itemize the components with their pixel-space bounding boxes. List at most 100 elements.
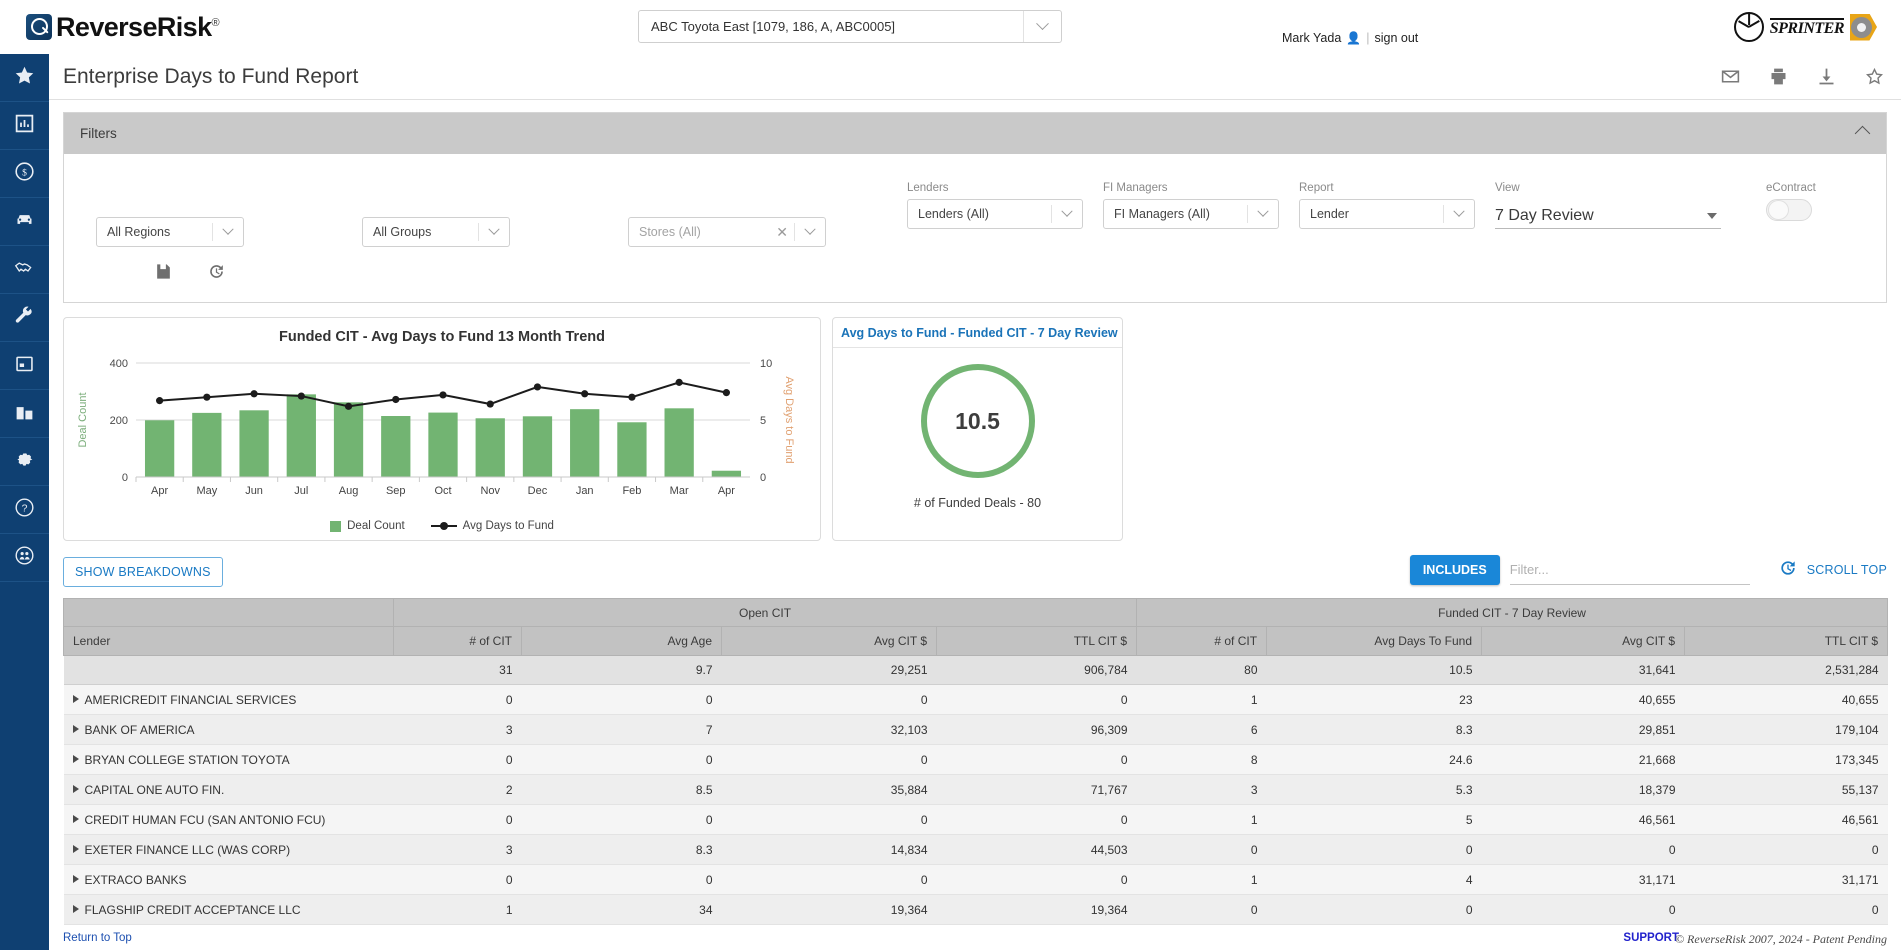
row-cell: 44,503 bbox=[936, 834, 1137, 865]
row-lender-name[interactable]: FLAGSHIP CREDIT ACCEPTANCE LLC bbox=[63, 894, 394, 925]
expand-arrow-icon[interactable] bbox=[72, 694, 79, 703]
fi-managers-label: FI Managers bbox=[1103, 182, 1168, 194]
stores-select[interactable]: Stores (All) ✕ bbox=[628, 217, 826, 247]
row-lender-name[interactable]: EXETER FINANCE LLC (WAS CORP) bbox=[63, 834, 394, 865]
row-lender-name[interactable]: EXTRACO BANKS bbox=[63, 864, 394, 895]
table-row[interactable]: CREDIT HUMAN FCU (SAN ANTONIO FCU) 0 0 0 0 1 5… bbox=[63, 804, 1888, 835]
econtract-toggle[interactable] bbox=[1766, 199, 1812, 221]
download-icon[interactable] bbox=[1816, 66, 1837, 92]
row-cell: 6 bbox=[1136, 714, 1267, 745]
sidebar-item-calendar[interactable] bbox=[0, 342, 49, 390]
table-row[interactable]: EXETER FINANCE LLC (WAS CORP) 3 8.3 14,834 4… bbox=[63, 834, 1888, 865]
scroll-top-button[interactable]: SCROLL TOP bbox=[1807, 563, 1887, 577]
row-lender-name[interactable]: CAPITAL ONE AUTO FIN. bbox=[63, 774, 394, 805]
view-select[interactable]: 7 Day Review bbox=[1495, 199, 1721, 229]
group-header-funded-cit: Funded CIT - 7 Day Review bbox=[1136, 598, 1889, 627]
table-row[interactable]: EXTRACO BANKS 0 0 0 0 1 4 31,171 31,171 bbox=[63, 864, 1888, 895]
sidebar-item-deals[interactable] bbox=[0, 246, 49, 294]
brand-name: ReverseRisk® bbox=[56, 11, 220, 42]
svg-text:Mar: Mar bbox=[670, 485, 689, 497]
column-header-funded-num-cit[interactable]: # of CIT bbox=[1136, 626, 1268, 656]
show-breakdowns-button[interactable]: SHOW BREAKDOWNS bbox=[63, 557, 223, 587]
sign-out-link[interactable]: sign out bbox=[1375, 31, 1419, 45]
row-cell: 173,345 bbox=[1684, 744, 1888, 775]
dollar-circle-icon: $ bbox=[14, 161, 35, 187]
row-cell: 0 bbox=[521, 684, 722, 715]
store-selector-caret[interactable] bbox=[1023, 11, 1061, 42]
all-regions-select[interactable]: All Regions bbox=[96, 217, 244, 247]
return-to-top-link[interactable]: Return to Top bbox=[63, 932, 132, 944]
report-select[interactable]: Lender bbox=[1299, 199, 1475, 229]
calendar-icon bbox=[14, 353, 35, 379]
sidebar-item-vehicles[interactable] bbox=[0, 198, 49, 246]
chevron-down-icon[interactable] bbox=[1248, 205, 1278, 218]
column-header-funded-avg-cit[interactable]: Avg CIT $ bbox=[1481, 626, 1686, 656]
table-row[interactable]: BANK OF AMERICA 3 7 32,103 96,309 6 8.3 29,851 1… bbox=[63, 714, 1888, 745]
chevron-up-icon[interactable] bbox=[1854, 125, 1871, 142]
row-cell: 31,171 bbox=[1481, 864, 1685, 895]
sidebar-item-settings[interactable] bbox=[0, 438, 49, 486]
sidebar-item-tools[interactable] bbox=[0, 294, 49, 342]
history-icon[interactable] bbox=[1778, 558, 1798, 583]
legend-swatch bbox=[330, 520, 342, 532]
filters-header[interactable]: Filters bbox=[64, 113, 1886, 154]
row-lender-name[interactable]: BRYAN COLLEGE STATION TOYOTA bbox=[63, 744, 394, 775]
expand-arrow-icon[interactable] bbox=[72, 844, 79, 853]
sidebar-item-dealership[interactable] bbox=[0, 390, 49, 438]
chevron-down-icon[interactable] bbox=[795, 223, 825, 236]
chevron-down-icon[interactable] bbox=[213, 223, 243, 236]
sidebar-item-users[interactable] bbox=[0, 534, 49, 582]
column-header-open-avg-age[interactable]: Avg Age bbox=[521, 626, 722, 656]
app-logo[interactable]: ReverseRisk® bbox=[26, 11, 220, 43]
support-link[interactable]: SUPPORT bbox=[1623, 932, 1679, 944]
sidebar-item-favorites[interactable] bbox=[0, 54, 49, 102]
table-filter-input[interactable] bbox=[1509, 555, 1750, 585]
all-groups-select[interactable]: All Groups bbox=[362, 217, 510, 247]
clear-icon[interactable]: ✕ bbox=[770, 224, 794, 241]
table-row[interactable]: AMERICREDIT FINANCIAL SERVICES 0 0 0 0 1 23 40,… bbox=[63, 684, 1888, 715]
table-row[interactable]: FLAGSHIP CREDIT ACCEPTANCE LLC 1 34 19,364 1… bbox=[63, 894, 1888, 925]
sidebar-item-finance[interactable]: $ bbox=[0, 150, 49, 198]
fi-managers-select[interactable]: FI Managers (All) bbox=[1103, 199, 1279, 229]
copyright-text: © ReverseRisk 2007, 2024 - Patent Pendin… bbox=[1674, 932, 1887, 946]
row-cell: 0 bbox=[1481, 834, 1685, 865]
expand-arrow-icon[interactable] bbox=[72, 814, 79, 823]
reverserisk-logo-icon bbox=[26, 14, 52, 40]
expand-arrow-icon[interactable] bbox=[72, 904, 79, 913]
chevron-down-icon[interactable] bbox=[1052, 205, 1082, 218]
page-action-icons bbox=[1720, 66, 1885, 92]
expand-arrow-icon[interactable] bbox=[72, 724, 79, 733]
filter-label bbox=[96, 200, 244, 214]
row-cell: 0 bbox=[721, 804, 937, 835]
chevron-down-icon[interactable] bbox=[1444, 205, 1474, 218]
column-header-funded-ttl-cit[interactable]: TTL CIT $ bbox=[1684, 626, 1889, 656]
table-row[interactable]: CAPITAL ONE AUTO FIN. 2 8.5 35,884 71,767 3 5.… bbox=[63, 774, 1888, 805]
expand-arrow-icon[interactable] bbox=[72, 874, 79, 883]
footer: Return to Top SUPPORT © ReverseRisk 2007… bbox=[49, 930, 1901, 950]
column-header-open-avg-cit[interactable]: Avg CIT $ bbox=[721, 626, 937, 656]
column-header-open-ttl-cit[interactable]: TTL CIT $ bbox=[935, 626, 1138, 656]
sidebar-item-reports[interactable] bbox=[0, 102, 49, 150]
column-header-funded-avg-days[interactable]: Avg Days To Fund bbox=[1266, 626, 1483, 656]
includes-button[interactable]: INCLUDES bbox=[1409, 555, 1500, 585]
column-header-lender[interactable]: Lender bbox=[63, 626, 394, 656]
row-cell: 0 bbox=[1266, 834, 1482, 865]
mail-icon[interactable] bbox=[1720, 66, 1741, 92]
star-icon bbox=[14, 65, 35, 91]
history-icon[interactable] bbox=[207, 262, 226, 286]
store-selector[interactable]: ABC Toyota East [1079, 186, A, ABC0005] bbox=[638, 10, 1062, 43]
table-row[interactable]: BRYAN COLLEGE STATION TOYOTA 0 0 0 0 8 24.6 21,… bbox=[63, 744, 1888, 775]
expand-arrow-icon[interactable] bbox=[72, 784, 79, 793]
svg-text:0: 0 bbox=[122, 472, 128, 484]
expand-arrow-icon[interactable] bbox=[72, 754, 79, 763]
printer-icon[interactable] bbox=[1768, 66, 1789, 92]
column-header-open-num-cit[interactable]: # of CIT bbox=[393, 626, 522, 656]
chevron-down-icon[interactable] bbox=[479, 223, 509, 236]
save-icon[interactable] bbox=[154, 262, 173, 286]
row-lender-name[interactable]: AMERICREDIT FINANCIAL SERVICES bbox=[63, 684, 394, 715]
row-lender-name[interactable]: CREDIT HUMAN FCU (SAN ANTONIO FCU) bbox=[63, 804, 394, 835]
lenders-select[interactable]: Lenders (All) bbox=[907, 199, 1083, 229]
row-lender-name[interactable]: BANK OF AMERICA bbox=[63, 714, 394, 745]
sidebar-item-help[interactable]: ? bbox=[0, 486, 49, 534]
star-outline-icon[interactable] bbox=[1864, 66, 1885, 92]
